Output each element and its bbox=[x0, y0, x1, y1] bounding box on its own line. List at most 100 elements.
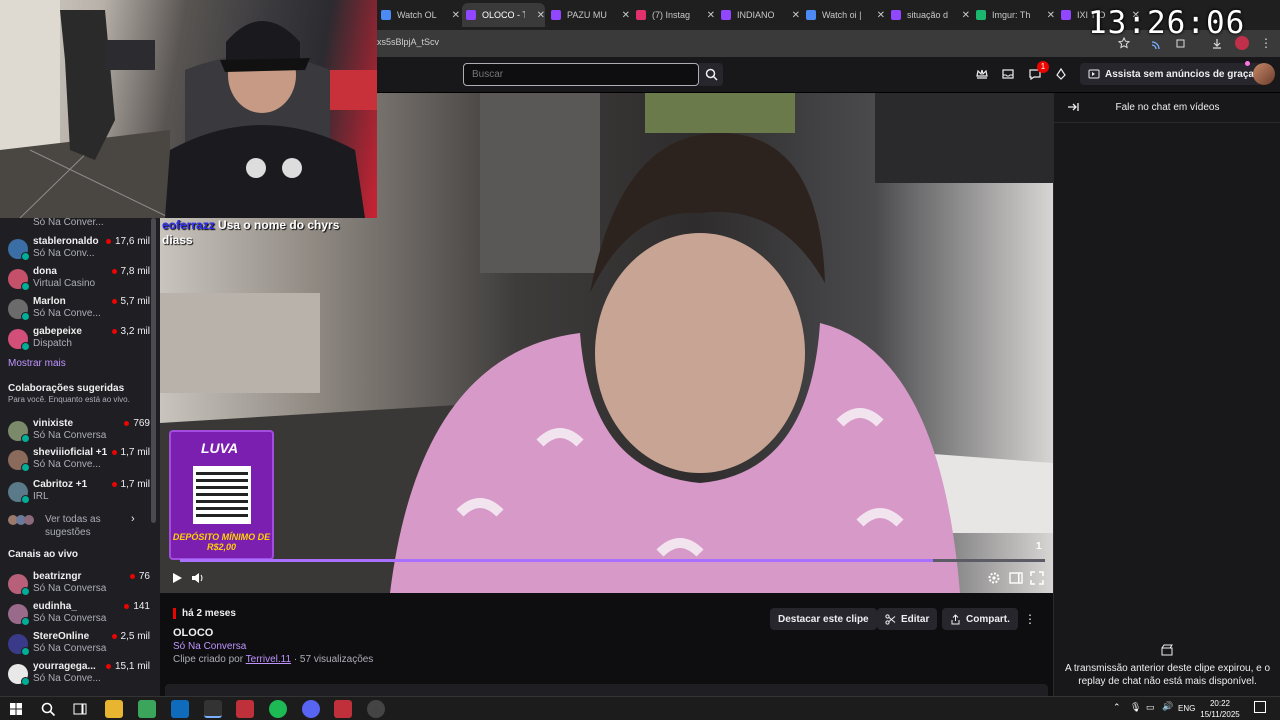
crown-icon[interactable] bbox=[975, 67, 989, 81]
close-tab-icon[interactable]: ✕ bbox=[707, 10, 715, 21]
kebab-menu-icon[interactable]: ⋮ bbox=[1260, 36, 1272, 50]
edit-button[interactable]: Editar bbox=[877, 608, 938, 630]
viewer-count: 15,1 mil bbox=[105, 661, 150, 672]
see-all-suggestions[interactable]: Ver todas as sugestões › bbox=[8, 512, 150, 538]
browser-tab[interactable]: situação d ✕ bbox=[887, 3, 970, 27]
play-icon[interactable] bbox=[170, 571, 184, 585]
browser-tab[interactable]: PAZU MU ✕ bbox=[547, 3, 630, 27]
fullscreen-icon[interactable] bbox=[1030, 571, 1044, 585]
search-input[interactable] bbox=[463, 63, 699, 86]
browser-tab[interactable]: INDIANO ✕ bbox=[717, 3, 800, 27]
followed-channel[interactable]: dona Virtual Casino 7,8 mil bbox=[8, 266, 150, 294]
browser-tab[interactable]: Watch oi | ✕ bbox=[802, 3, 885, 27]
task-view-icon[interactable] bbox=[71, 700, 89, 718]
channel-name: StereOnline bbox=[33, 631, 90, 642]
avatar bbox=[8, 299, 30, 321]
tab-label: Imgur: Th bbox=[992, 10, 1031, 20]
network-icon[interactable]: ▭ bbox=[1146, 702, 1155, 713]
suggested-channel[interactable]: Cabritoz +1 IRL 1,7 mil bbox=[8, 479, 150, 507]
close-tab-icon[interactable]: ✕ bbox=[452, 10, 460, 21]
followed-channel[interactable]: stableronaldo Só Na Conv... 17,6 mil bbox=[8, 236, 150, 264]
live-section-title: Canais ao vivo bbox=[8, 549, 79, 560]
partial-channel-game: Só Na Conver... bbox=[33, 217, 104, 228]
obs-icon[interactable] bbox=[367, 700, 385, 718]
video-progress-bar[interactable] bbox=[180, 559, 1045, 562]
tab-favicon-icon bbox=[806, 10, 816, 20]
browser-tab[interactable]: (7) Instag ✕ bbox=[632, 3, 715, 27]
tab-favicon-icon bbox=[551, 10, 561, 20]
promo-logo: LUVA bbox=[201, 440, 239, 456]
channel-game: Só Na Conversa bbox=[33, 613, 107, 624]
search-icon[interactable] bbox=[39, 700, 57, 718]
highlight-clip-button[interactable]: Destacar este clipe bbox=[770, 608, 877, 630]
viewer-count: 7,8 mil bbox=[111, 266, 150, 277]
sidebar-scrollbar[interactable] bbox=[151, 218, 156, 523]
app-icon-red-2[interactable] bbox=[334, 700, 352, 718]
followed-channel[interactable]: Marlon Só Na Conve... 5,7 mil bbox=[8, 296, 150, 324]
tab-favicon-icon bbox=[891, 10, 901, 20]
notification-badge: 1 bbox=[1037, 61, 1049, 73]
file-explorer-icon[interactable] bbox=[105, 700, 123, 718]
close-tab-icon[interactable]: ✕ bbox=[877, 10, 885, 21]
close-tab-icon[interactable]: ✕ bbox=[537, 10, 545, 21]
more-options-icon[interactable]: ⋮ bbox=[1024, 612, 1036, 626]
suggested-section-title: Colaborações sugeridas bbox=[8, 383, 125, 394]
speaker-icon[interactable]: 🔊 bbox=[1162, 701, 1173, 712]
chrome-icon[interactable] bbox=[204, 700, 222, 718]
channel-game: Virtual Casino bbox=[33, 278, 96, 289]
spotify-icon[interactable] bbox=[269, 700, 287, 718]
chat-overlay-text: Usa o nome do chyrs bbox=[218, 218, 340, 232]
discord-icon[interactable] bbox=[302, 700, 320, 718]
outlook-icon[interactable] bbox=[171, 700, 189, 718]
live-channel[interactable]: eudinha_ Só Na Conversa 141 bbox=[8, 601, 150, 629]
browser-tab[interactable]: Imgur: Th ✕ bbox=[972, 3, 1055, 27]
url-text[interactable]: xs5sBlpjA_tScv bbox=[377, 37, 439, 47]
keyboard-language[interactable]: ENG bbox=[1178, 704, 1195, 713]
show-more-link[interactable]: Mostrar mais bbox=[8, 358, 66, 369]
clock-date: 15/11/2025 bbox=[1200, 710, 1240, 719]
turbo-button[interactable]: Assista sem anúncios de graça bbox=[1080, 63, 1262, 85]
channel-name: dona bbox=[33, 266, 57, 277]
channel-game: Só Na Conve... bbox=[33, 459, 101, 470]
settings-gear-icon[interactable] bbox=[987, 571, 1001, 585]
live-channel[interactable]: beatrizngr Só Na Conversa 76 bbox=[8, 571, 150, 599]
inbox-icon[interactable] bbox=[1001, 67, 1015, 81]
browser-tab[interactable]: OLOCO - T ✕ bbox=[462, 3, 545, 27]
system-clock[interactable]: 20:22 15/11/2025 bbox=[1198, 698, 1242, 720]
sponsor-promo: LUVA DEPÓSITO MÍNIMO DE R$2,00 bbox=[169, 430, 274, 560]
notifications-icon[interactable] bbox=[1254, 701, 1266, 713]
bits-icon[interactable] bbox=[1054, 67, 1068, 81]
windows-start-icon[interactable] bbox=[7, 700, 25, 718]
clip-category-link[interactable]: Só Na Conversa bbox=[173, 641, 246, 652]
tab-favicon-icon bbox=[466, 10, 476, 20]
close-tab-icon[interactable]: ✕ bbox=[792, 10, 800, 21]
calculator-icon[interactable] bbox=[138, 700, 156, 718]
microphone-icon[interactable]: 🎙 bbox=[1130, 702, 1141, 713]
chevron-up-icon[interactable]: ⌃ bbox=[1113, 702, 1121, 713]
suggested-channel[interactable]: vinixiste Só Na Conversa 769 bbox=[8, 418, 150, 446]
video-counter: 1 bbox=[1036, 541, 1042, 552]
viewer-count: 3,2 mil bbox=[111, 326, 150, 337]
live-channel[interactable]: StereOnline Só Na Conversa 2,5 mil bbox=[8, 631, 150, 659]
browser-tab[interactable]: Watch OL ✕ bbox=[377, 3, 460, 27]
followed-channel[interactable]: gabepeixe Dispatch 3,2 mil bbox=[8, 326, 150, 354]
close-tab-icon[interactable]: ✕ bbox=[962, 10, 970, 21]
theatre-mode-icon[interactable] bbox=[1009, 571, 1023, 585]
close-tab-icon[interactable]: ✕ bbox=[622, 10, 630, 21]
tab-label: situação d bbox=[907, 10, 949, 20]
volume-icon[interactable] bbox=[190, 571, 204, 585]
chat-header: Fale no chat em vídeos bbox=[1054, 93, 1280, 123]
app-icon-red[interactable] bbox=[236, 700, 254, 718]
webcam-scene bbox=[0, 0, 377, 218]
avatar bbox=[8, 450, 30, 472]
clip-time-ago: há 2 meses bbox=[173, 608, 236, 619]
share-button[interactable]: Compart. bbox=[942, 608, 1018, 630]
tab-label: PAZU MU bbox=[567, 10, 607, 20]
user-avatar[interactable] bbox=[1253, 63, 1275, 85]
close-tab-icon[interactable]: ✕ bbox=[1047, 10, 1055, 21]
search-button[interactable] bbox=[699, 63, 723, 86]
suggested-channel[interactable]: sheviiioficial +1 Só Na Conve... 1,7 mil bbox=[8, 447, 150, 475]
live-channel[interactable]: yourragega... Só Na Conve... 15,1 mil bbox=[8, 661, 150, 689]
viewer-count: 769 bbox=[124, 418, 150, 429]
creator-link[interactable]: Terrivel.11 bbox=[246, 654, 291, 665]
